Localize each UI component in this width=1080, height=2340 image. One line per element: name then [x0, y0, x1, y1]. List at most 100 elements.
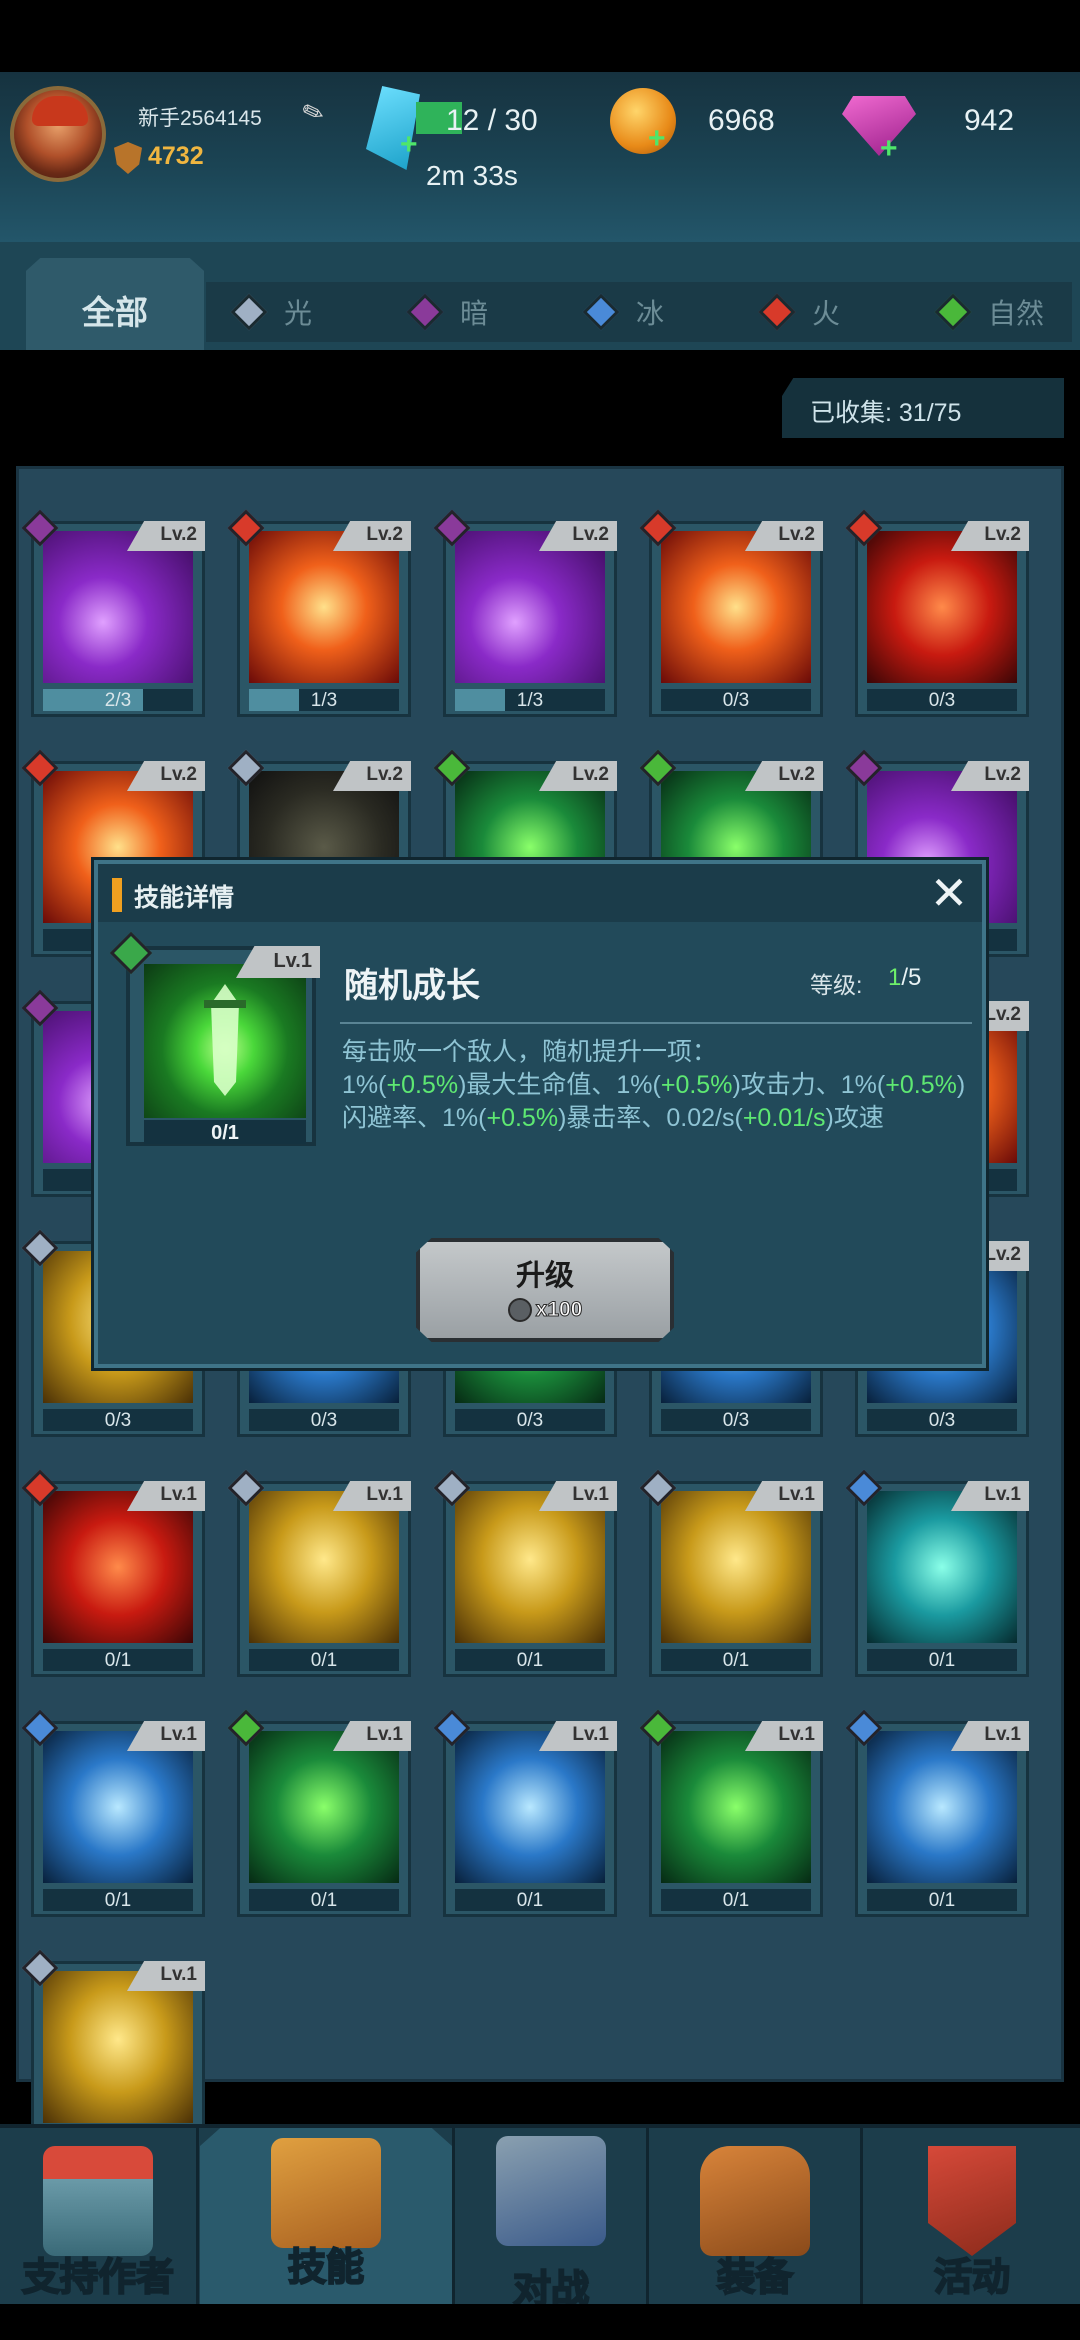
upgrade-button[interactable]: 升级 x100	[416, 1238, 674, 1342]
edit-name-icon[interactable]: ✎	[298, 92, 336, 131]
element-tabs: 全部 光 暗 冰 火 自然	[0, 242, 1080, 350]
skill-count: 0/3	[516, 1410, 544, 1431]
skill-count-bar: 0/3	[661, 689, 811, 711]
gem-icon[interactable]	[842, 96, 916, 156]
skill-count: 0/1	[310, 1650, 338, 1671]
skill-card[interactable]: 0/1 Lv.1	[225, 1469, 411, 1677]
energy-value: 12 / 30	[446, 104, 538, 137]
light-element-icon	[230, 293, 268, 331]
green-sword-skill-art	[144, 964, 306, 1118]
skill-card[interactable]: 0/1 Lv.1	[637, 1469, 823, 1677]
level-max: /5	[901, 964, 922, 991]
avatar[interactable]	[10, 86, 106, 182]
skill-card[interactable]: 1/3 Lv.2	[431, 509, 617, 717]
skill-count-bar: 0/1	[661, 1649, 811, 1671]
skill-count: 0/1	[928, 1650, 956, 1671]
nav-events-label: 活动	[933, 2256, 1011, 2300]
skill-count-bar: 0/1	[249, 1649, 399, 1671]
skill-count-bar: 0/3	[455, 1409, 605, 1431]
nav-skills[interactable]: 技能	[200, 2128, 452, 2308]
skill-count-bar: 0/1	[867, 1889, 1017, 1911]
coin-value: 6968	[708, 104, 775, 137]
skill-count: 0/3	[104, 1410, 132, 1431]
skill-art	[661, 1491, 811, 1643]
skill-card[interactable]: 0/1 Lv.1	[843, 1709, 1029, 1917]
skill-card[interactable]: 0/1 Lv.1	[431, 1709, 617, 1917]
skill-count-bar: 0/1	[43, 1649, 193, 1671]
tab-nature[interactable]: 自然	[934, 282, 1044, 342]
skill-art	[867, 1491, 1017, 1643]
skill-art	[661, 531, 811, 683]
skill-count-bar: 0/3	[661, 1409, 811, 1431]
nav-separator	[860, 2128, 863, 2308]
skill-count: 0/1	[104, 1650, 132, 1671]
description-line-1: 每击败一个敌人，随机提升一项：	[342, 1038, 718, 1066]
crossed-swords-icon	[496, 2136, 606, 2246]
skill-card[interactable]: 0/3 Lv.2	[843, 509, 1029, 717]
skill-art	[43, 1491, 193, 1643]
tab-all[interactable]: 全部	[26, 258, 204, 350]
nav-separator	[452, 2128, 455, 2308]
tab-light[interactable]: 光	[230, 282, 312, 342]
skill-count: 0/3	[310, 1410, 338, 1431]
add-energy-icon[interactable]: +	[400, 128, 418, 162]
skill-art	[867, 1731, 1017, 1883]
skill-art	[867, 531, 1017, 683]
skill-card[interactable]: 0/1 Lv.1	[19, 1709, 205, 1917]
tab-ice[interactable]: 冰	[582, 282, 664, 342]
stat-text: 1%(	[342, 1071, 387, 1099]
nav-equipment[interactable]: 装备	[650, 2128, 860, 2308]
skill-count-bar: 0/3	[867, 1409, 1017, 1431]
skill-count-bar: 0/3	[867, 689, 1017, 711]
tab-fire[interactable]: 火	[758, 282, 840, 342]
backpack-icon	[700, 2146, 810, 2256]
stat-increment: +0.01/s	[742, 1104, 826, 1132]
silver-coin-icon	[507, 1298, 532, 1323]
skill-book-icon	[271, 2138, 381, 2248]
skill-count: 0/3	[722, 1410, 750, 1431]
header-accent	[112, 878, 122, 912]
skill-count: 0/1	[516, 1890, 544, 1911]
skill-card[interactable]: 1/3 Lv.2	[225, 509, 411, 717]
skill-card[interactable]: 0/1 Lv.1	[225, 1709, 411, 1917]
skill-card[interactable]: 2/3 Lv.2	[19, 509, 205, 717]
skill-art	[43, 1971, 193, 2123]
nav-events[interactable]: 活动	[864, 2128, 1080, 2308]
skill-count: 0/1	[104, 1890, 132, 1911]
skill-art	[455, 531, 605, 683]
skill-count: 1/3	[516, 690, 544, 711]
description-body: 1%(+0.5%)最大生命值、1%(+0.5%)攻击力、1%(+0.5%)闪避率…	[342, 1069, 972, 1135]
stat-increment: +0.5%	[386, 1071, 459, 1099]
skill-card[interactable]: Lv.1	[19, 1949, 205, 2157]
skill-card[interactable]: 0/1 Lv.1	[19, 1469, 205, 1677]
skill-card[interactable]: 0/1 Lv.1	[431, 1469, 617, 1677]
skill-count: 0/3	[928, 1410, 956, 1431]
ice-element-icon	[582, 293, 620, 331]
skill-count-bar: 2/3	[43, 689, 193, 711]
level-current: 1	[888, 964, 902, 991]
upgrade-cost: x100	[420, 1298, 670, 1323]
close-button[interactable]: ✕	[926, 870, 972, 916]
skill-card[interactable]: 0/1 Lv.1	[637, 1709, 823, 1917]
tab-dark[interactable]: 暗	[406, 282, 488, 342]
skill-count: 0/1	[928, 1890, 956, 1911]
dialog-title: 技能详情	[134, 884, 235, 912]
nav-battle[interactable]: 对战	[456, 2128, 646, 2312]
stat-text: )最大生命值、1%(	[458, 1071, 661, 1099]
stat-text: )暴击率、0.02/s(	[558, 1104, 743, 1132]
coin-icon[interactable]	[610, 88, 676, 154]
skill-art	[455, 1731, 605, 1883]
skill-count-bar: 0/1	[455, 1649, 605, 1671]
skill-count: 0/1	[516, 1650, 544, 1671]
add-coin-icon[interactable]: +	[648, 122, 666, 156]
skill-count-bar: 0/1	[867, 1649, 1017, 1671]
skill-count-bar: 0/3	[43, 1409, 193, 1431]
nav-support-author[interactable]: 支持作者	[0, 2128, 196, 2308]
status-bar	[0, 0, 1080, 72]
upgrade-cost-value: x100	[535, 1298, 583, 1322]
skill-card[interactable]: 0/3 Lv.2	[637, 509, 823, 717]
skill-detail-dialog: 技能详情 ✕ 0/1 Lv.1 随机成长 等级: 1/5 每击败一个敌人，随机提…	[94, 860, 986, 1368]
skill-card[interactable]: 0/1 Lv.1	[843, 1469, 1029, 1677]
add-gem-icon[interactable]: +	[880, 132, 898, 166]
skill-art	[249, 531, 399, 683]
